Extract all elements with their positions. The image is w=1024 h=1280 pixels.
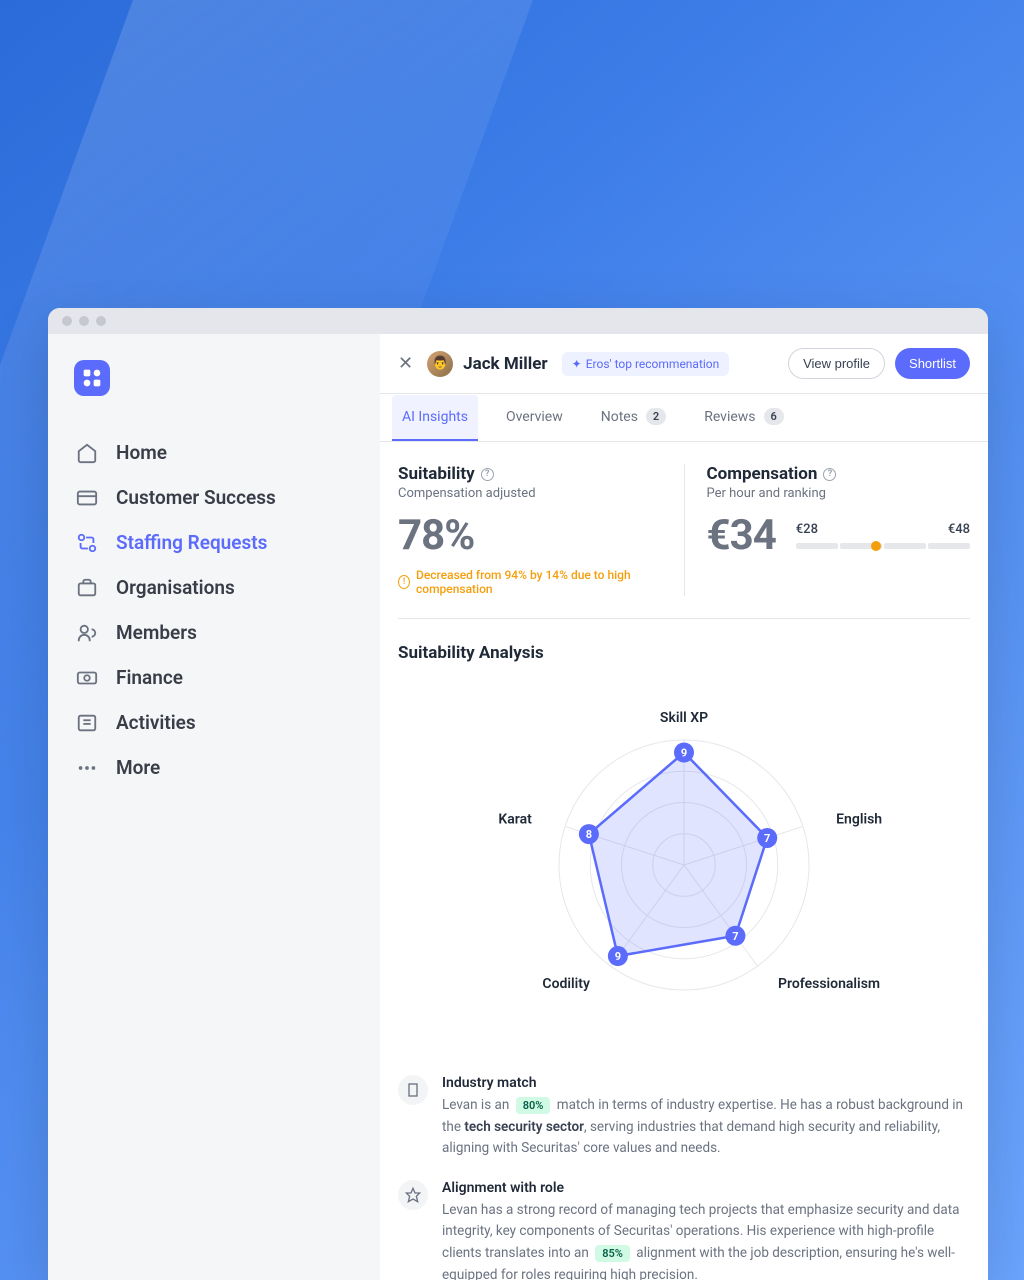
match-badge: 80% — [516, 1097, 551, 1114]
tab-notes[interactable]: Notes2 — [591, 394, 677, 441]
svg-text:9: 9 — [615, 950, 621, 963]
insight-title: Industry match — [442, 1075, 970, 1091]
svg-text:7: 7 — [764, 832, 770, 845]
money-icon — [76, 667, 98, 689]
sidebar-label: Home — [116, 441, 167, 464]
star-icon — [398, 1180, 428, 1210]
recommendation-badge: ✦ Eros' top recommenation — [562, 352, 730, 376]
svg-text:7: 7 — [732, 930, 738, 943]
window-titlebar — [48, 308, 988, 334]
match-badge: 85% — [595, 1245, 630, 1262]
sidebar-label: More — [116, 756, 160, 779]
analysis-title: Suitability Analysis — [380, 619, 988, 675]
svg-text:English: English — [836, 812, 882, 828]
svg-text:Skill XP: Skill XP — [660, 710, 708, 726]
svg-text:8: 8 — [586, 828, 592, 841]
tab-overview[interactable]: Overview — [496, 395, 573, 441]
tabs: AI Insights Overview Notes2 Reviews6 — [380, 394, 988, 442]
view-profile-button[interactable]: View profile — [788, 348, 885, 379]
info-icon[interactable]: ? — [823, 468, 836, 481]
compensation-range: €28 €48 — [796, 522, 970, 549]
suitability-subtitle: Compensation adjusted — [398, 486, 662, 501]
suitability-alert: ! Decreased from 94% by 14% due to high … — [398, 568, 662, 596]
briefcase-icon — [76, 577, 98, 599]
building-icon — [398, 1075, 428, 1105]
sidebar-label: Activities — [116, 711, 196, 734]
sidebar-label: Organisations — [116, 576, 235, 599]
alert-icon: ! — [398, 575, 410, 589]
insight-industry: Industry match Levan is an 80% match in … — [380, 1065, 988, 1170]
staffing-icon — [76, 532, 98, 554]
notes-count: 2 — [646, 408, 666, 425]
svg-text:Professionalism: Professionalism — [778, 976, 880, 992]
compensation-card: Compensation? Per hour and ranking €34 €… — [685, 464, 971, 596]
suitability-title: Suitability? — [398, 464, 662, 484]
radar-chart: Skill XP English Professionalism Codility Ka… — [380, 675, 988, 1065]
sidebar-label: Members — [116, 621, 197, 644]
sparkle-icon: ✦ — [572, 357, 582, 371]
sidebar-label: Finance — [116, 666, 183, 689]
compensation-title: Compensation? — [707, 464, 971, 484]
range-low: €28 — [796, 522, 818, 537]
more-icon — [76, 757, 98, 779]
svg-text:Codility: Codility — [542, 976, 590, 992]
tab-ai-insights[interactable]: AI Insights — [392, 395, 478, 441]
users-icon — [76, 622, 98, 644]
sidebar-item-staffing-requests[interactable]: Staffing Requests — [70, 520, 358, 565]
sidebar-label: Customer Success — [116, 486, 276, 509]
compensation-value: €34 — [707, 511, 776, 560]
sidebar-label: Staffing Requests — [116, 531, 267, 554]
traffic-light-max[interactable] — [96, 316, 106, 326]
svg-text:9: 9 — [681, 747, 687, 760]
traffic-light-min[interactable] — [79, 316, 89, 326]
suitability-card: Suitability? Compensation adjusted 78% !… — [398, 464, 685, 596]
candidate-header: ✕ 👨 Jack Miller ✦ Eros' top recommenatio… — [380, 334, 988, 394]
range-high: €48 — [948, 522, 970, 537]
list-icon — [76, 712, 98, 734]
compensation-subtitle: Per hour and ranking — [707, 486, 971, 501]
shortlist-button[interactable]: Shortlist — [895, 348, 970, 379]
sidebar-item-customer-success[interactable]: Customer Success — [70, 475, 358, 520]
card-icon — [76, 487, 98, 509]
main-panel: ✕ 👨 Jack Miller ✦ Eros' top recommenatio… — [380, 334, 988, 1280]
insight-text: Levan is an 80% match in terms of indust… — [442, 1095, 970, 1160]
candidate-name: Jack Miller — [463, 354, 548, 374]
svg-text:Karat: Karat — [498, 812, 532, 828]
insight-text: Levan has a strong record of managing te… — [442, 1200, 970, 1280]
sidebar-item-organisations[interactable]: Organisations — [70, 565, 358, 610]
metrics-row: Suitability? Compensation adjusted 78% !… — [380, 442, 988, 618]
insight-alignment: Alignment with role Levan has a strong r… — [380, 1170, 988, 1280]
traffic-light-close[interactable] — [62, 316, 72, 326]
reviews-count: 6 — [764, 408, 784, 425]
sidebar-item-more[interactable]: More — [70, 745, 358, 790]
info-icon[interactable]: ? — [481, 468, 494, 481]
app-window: Home Customer Success Staffing Requests … — [48, 308, 988, 1280]
sidebar-item-members[interactable]: Members — [70, 610, 358, 655]
compensation-marker — [871, 541, 881, 551]
home-icon — [76, 442, 98, 464]
sidebar-item-activities[interactable]: Activities — [70, 700, 358, 745]
tab-reviews[interactable]: Reviews6 — [694, 394, 794, 441]
compensation-bar — [796, 543, 970, 549]
sidebar-item-home[interactable]: Home — [70, 430, 358, 475]
sidebar-item-finance[interactable]: Finance — [70, 655, 358, 700]
suitability-value: 78% — [398, 511, 662, 560]
avatar[interactable]: 👨 — [427, 351, 453, 377]
close-icon[interactable]: ✕ — [394, 351, 417, 377]
app-logo[interactable] — [74, 360, 110, 396]
insight-title: Alignment with role — [442, 1180, 970, 1196]
sidebar: Home Customer Success Staffing Requests … — [48, 334, 380, 1280]
